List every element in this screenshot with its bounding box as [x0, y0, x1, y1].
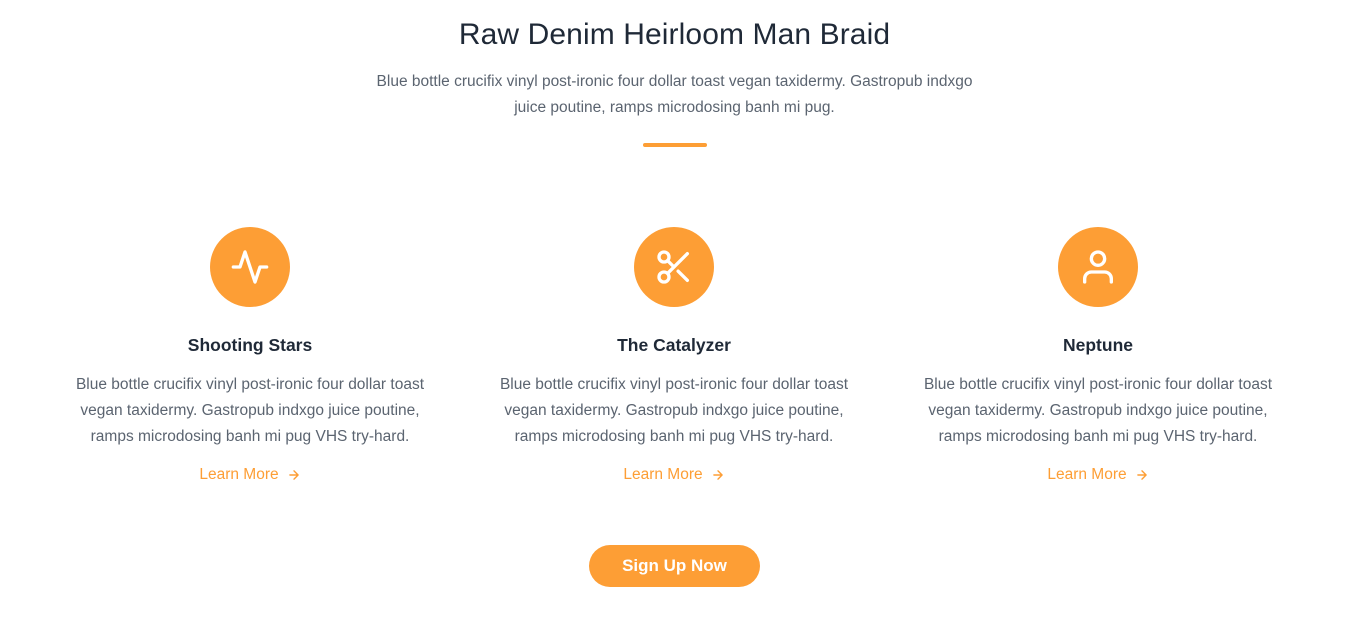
learn-more-link[interactable]: Learn More: [1047, 464, 1148, 486]
feature-description: Blue bottle crucifix vinyl post-ironic f…: [923, 376, 1273, 445]
arrow-right-icon: [712, 470, 723, 480]
learn-more-label: Learn More: [623, 466, 703, 483]
feature-card-the-catalyzer: The Catalyzer Blue bottle crucifix vinyl…: [462, 227, 886, 486]
sign-up-button[interactable]: Sign Up Now: [589, 545, 760, 587]
feature-title: Shooting Stars: [187, 335, 313, 355]
feature-list: Shooting Stars Blue bottle crucifix viny…: [38, 227, 1310, 486]
feature-card-neptune: Neptune Blue bottle crucifix vinyl post-…: [886, 227, 1310, 486]
feature-card-shooting-stars: Shooting Stars Blue bottle crucifix viny…: [38, 227, 462, 486]
arrow-right-icon: [288, 470, 299, 480]
feature-description: Blue bottle crucifix vinyl post-ironic f…: [75, 376, 425, 445]
feature-title: Neptune: [1063, 335, 1133, 355]
learn-more-label: Learn More: [1047, 466, 1127, 483]
section-title: Raw Denim Heirloom Man Braid: [458, 18, 891, 51]
learn-more-label: Learn More: [199, 466, 279, 483]
section-subtitle: Blue bottle crucifix vinyl post-ironic f…: [376, 73, 973, 116]
activity-icon: [210, 227, 290, 307]
section-header: Raw Denim Heirloom Man Braid Blue bottle…: [0, 14, 1349, 121]
user-icon: [1058, 227, 1138, 307]
title-divider: [643, 143, 707, 147]
scissors-icon: [634, 227, 714, 307]
learn-more-link[interactable]: Learn More: [199, 464, 300, 486]
learn-more-link[interactable]: Learn More: [623, 464, 724, 486]
feature-description: Blue bottle crucifix vinyl post-ironic f…: [499, 376, 849, 445]
features-section: Raw Denim Heirloom Man Braid Blue bottle…: [0, 0, 1349, 630]
arrow-right-icon: [1136, 470, 1147, 480]
feature-title: The Catalyzer: [617, 335, 731, 355]
